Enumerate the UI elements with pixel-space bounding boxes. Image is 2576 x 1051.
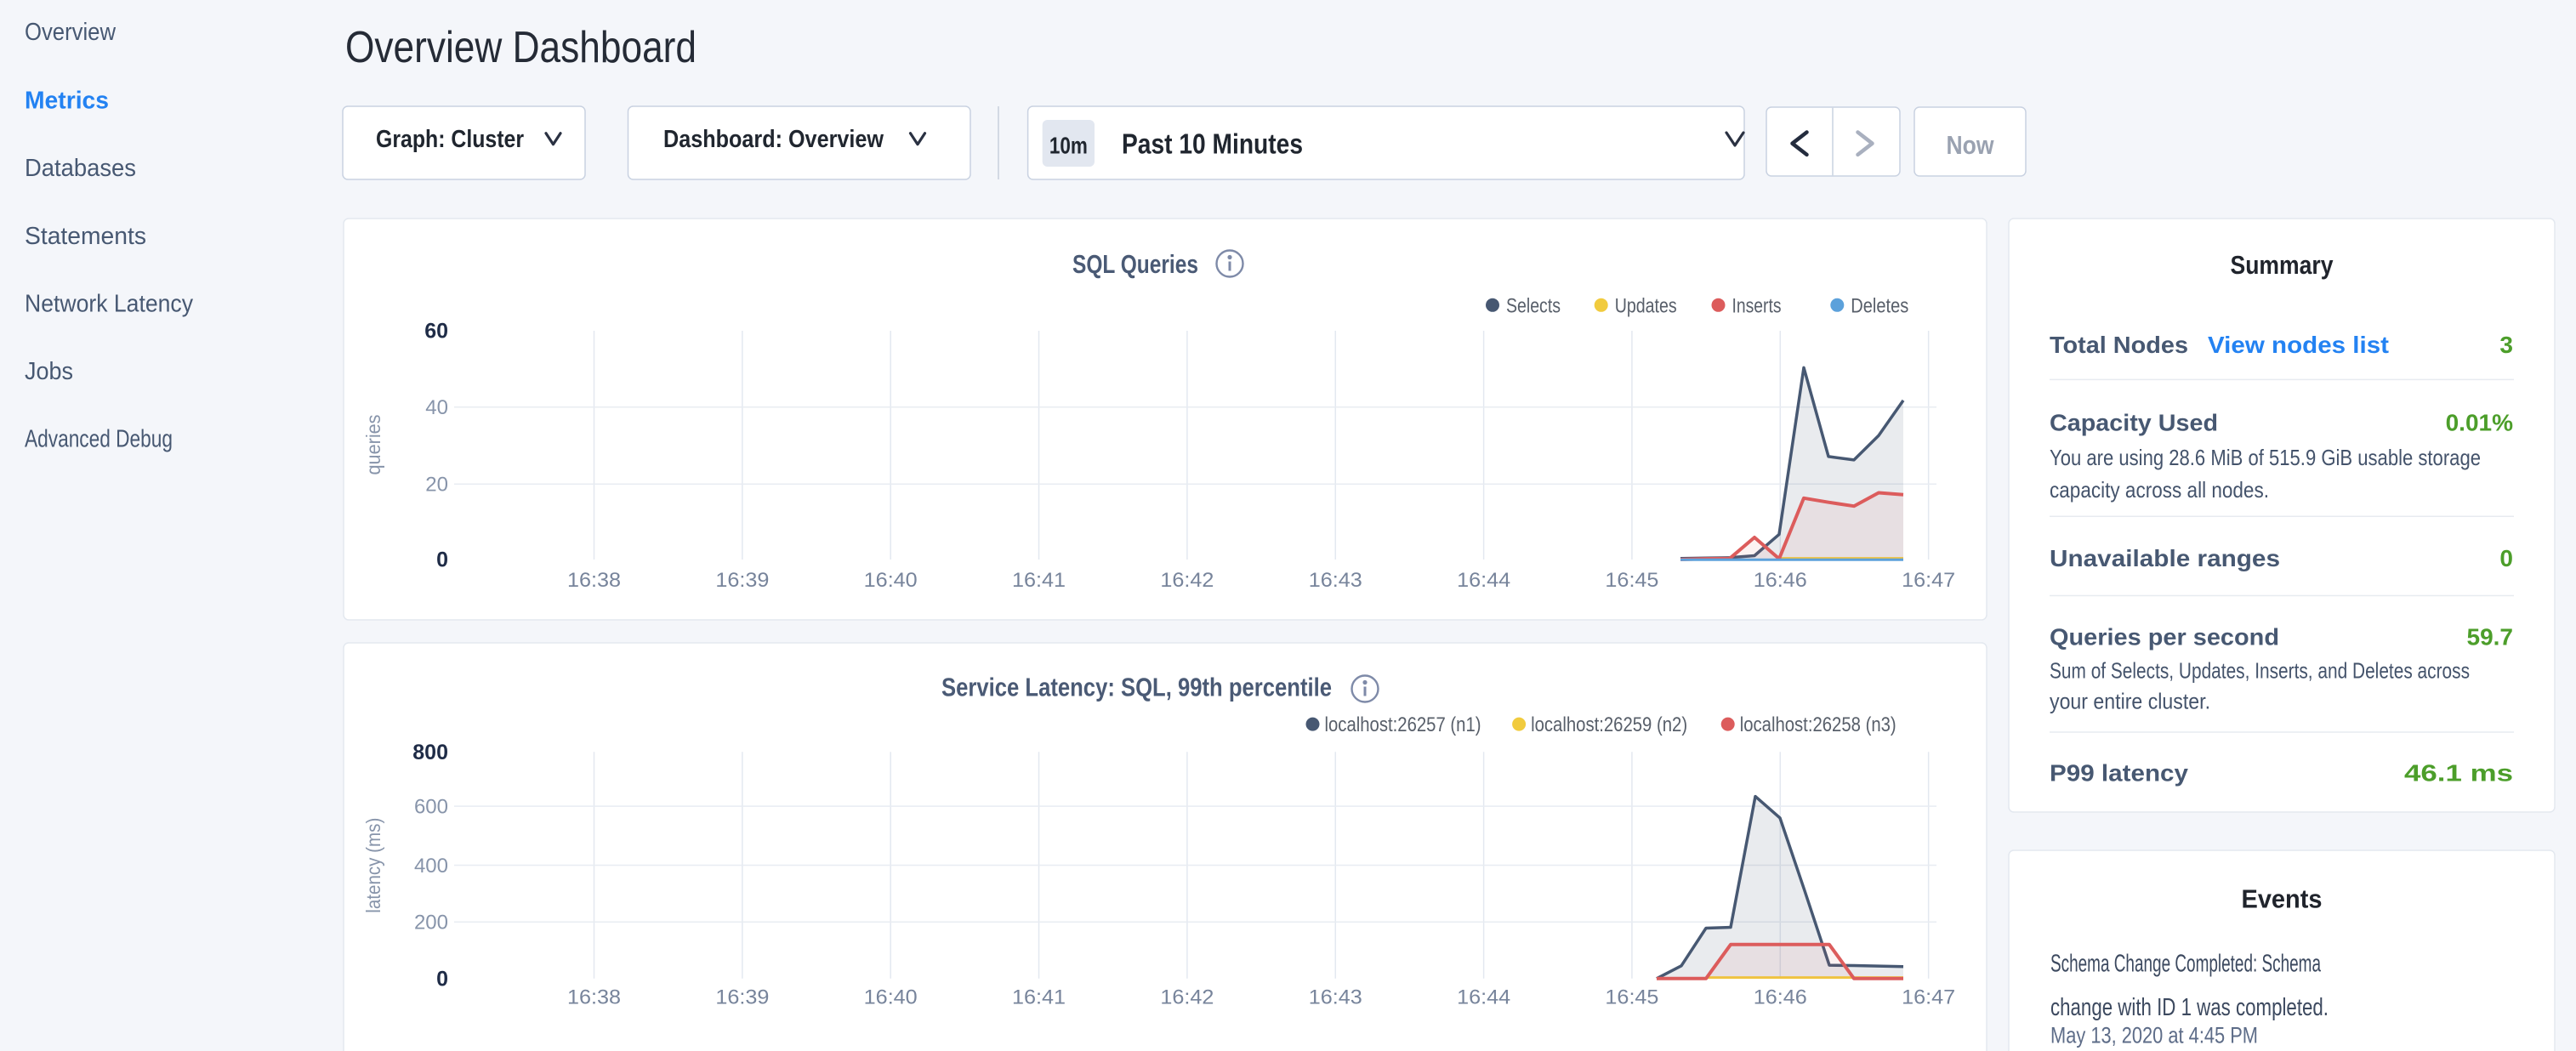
svg-text:Past 10 Minutes: Past 10 Minutes	[1122, 128, 1303, 160]
svg-text:Overview: Overview	[25, 19, 117, 46]
svg-text:Selects: Selects	[1506, 294, 1561, 317]
svg-text:Network Latency: Network Latency	[25, 291, 193, 318]
svg-text:16:39: 16:39	[715, 986, 769, 1009]
svg-text:600: 600	[414, 796, 448, 819]
svg-text:0: 0	[436, 548, 448, 572]
svg-text:Overview Dashboard: Overview Dashboard	[345, 23, 697, 72]
svg-text:16:46: 16:46	[1754, 986, 1807, 1009]
svg-text:16:44: 16:44	[1457, 569, 1510, 592]
svg-text:Summary: Summary	[2231, 250, 2334, 280]
svg-text:Events: Events	[2242, 883, 2323, 913]
svg-text:latency (ms): latency (ms)	[362, 818, 384, 913]
svg-text:Advanced Debug: Advanced Debug	[25, 426, 173, 453]
svg-text:16:43: 16:43	[1309, 569, 1362, 592]
svg-text:0: 0	[436, 967, 448, 991]
svg-text:16:39: 16:39	[715, 569, 769, 592]
svg-text:Now: Now	[1947, 130, 1995, 160]
svg-text:localhost:26257 (n1): localhost:26257 (n1)	[1325, 713, 1481, 736]
svg-text:Statements: Statements	[25, 223, 146, 250]
svg-text:Dashboard: Overview: Dashboard: Overview	[663, 126, 884, 153]
svg-text:Inserts: Inserts	[1732, 294, 1782, 317]
svg-text:Total Nodes: Total Nodes	[2050, 332, 2188, 358]
svg-text:59.7: 59.7	[2467, 624, 2514, 650]
svg-text:16:41: 16:41	[1012, 986, 1066, 1009]
svg-text:localhost:26258 (n3): localhost:26258 (n3)	[1740, 713, 1896, 736]
svg-text:16:40: 16:40	[864, 569, 918, 592]
svg-text:0.01%: 0.01%	[2446, 410, 2513, 436]
svg-text:your entire cluster.: your entire cluster.	[2050, 689, 2210, 714]
svg-text:16:38: 16:38	[567, 986, 621, 1009]
svg-text:SQL Queries: SQL Queries	[1072, 249, 1198, 279]
svg-text:3: 3	[2499, 332, 2513, 358]
svg-text:46.1 ms: 46.1 ms	[2404, 760, 2513, 787]
svg-text:16:45: 16:45	[1605, 986, 1658, 1009]
svg-text:16:47: 16:47	[1902, 986, 1955, 1009]
svg-text:10m: 10m	[1049, 133, 1088, 159]
svg-text:0: 0	[2499, 545, 2513, 571]
svg-text:16:44: 16:44	[1457, 986, 1510, 1009]
svg-text:View nodes list: View nodes list	[2208, 332, 2389, 358]
svg-text:16:47: 16:47	[1902, 569, 1955, 592]
svg-text:20: 20	[425, 474, 448, 497]
svg-text:May 13, 2020 at 4:45 PM: May 13, 2020 at 4:45 PM	[2050, 1022, 2258, 1048]
svg-text:Deletes: Deletes	[1851, 294, 1908, 317]
svg-text:16:42: 16:42	[1160, 986, 1214, 1009]
svg-text:You are using 28.6 MiB of 515.: You are using 28.6 MiB of 515.9 GiB usab…	[2050, 445, 2481, 470]
svg-text:16:46: 16:46	[1754, 569, 1807, 592]
svg-text:capacity across all nodes.: capacity across all nodes.	[2050, 477, 2269, 503]
svg-text:Jobs: Jobs	[25, 358, 73, 385]
svg-text:Service Latency: SQL, 99th per: Service Latency: SQL, 99th percentile	[941, 673, 1332, 702]
svg-text:Queries per second: Queries per second	[2050, 624, 2279, 650]
svg-text:16:43: 16:43	[1309, 986, 1362, 1009]
svg-text:Capacity Used: Capacity Used	[2050, 410, 2218, 436]
svg-text:16:45: 16:45	[1605, 569, 1658, 592]
svg-text:16:40: 16:40	[864, 986, 918, 1009]
svg-text:Schema Change Completed: Schem: Schema Change Completed: Schema	[2050, 951, 2322, 978]
svg-text:16:42: 16:42	[1160, 569, 1214, 592]
svg-text:change with ID 1 was completed: change with ID 1 was completed.	[2050, 994, 2329, 1021]
svg-text:60: 60	[424, 320, 448, 344]
svg-text:Unavailable ranges: Unavailable ranges	[2050, 545, 2280, 571]
svg-text:P99 latency: P99 latency	[2050, 760, 2188, 787]
svg-text:queries: queries	[362, 415, 384, 475]
svg-text:Metrics: Metrics	[25, 88, 109, 115]
svg-text:Databases: Databases	[25, 155, 136, 182]
svg-text:Sum of Selects, Updates, Inser: Sum of Selects, Updates, Inserts, and De…	[2050, 658, 2470, 684]
svg-text:localhost:26259 (n2): localhost:26259 (n2)	[1531, 713, 1687, 736]
svg-text:40: 40	[425, 396, 448, 419]
svg-text:16:41: 16:41	[1012, 569, 1066, 592]
svg-text:Updates: Updates	[1615, 294, 1677, 317]
svg-text:800: 800	[412, 741, 448, 764]
svg-text:200: 200	[414, 912, 448, 935]
svg-text:400: 400	[414, 855, 448, 878]
svg-text:Graph: Cluster: Graph: Cluster	[376, 126, 524, 153]
svg-text:16:38: 16:38	[567, 569, 621, 592]
